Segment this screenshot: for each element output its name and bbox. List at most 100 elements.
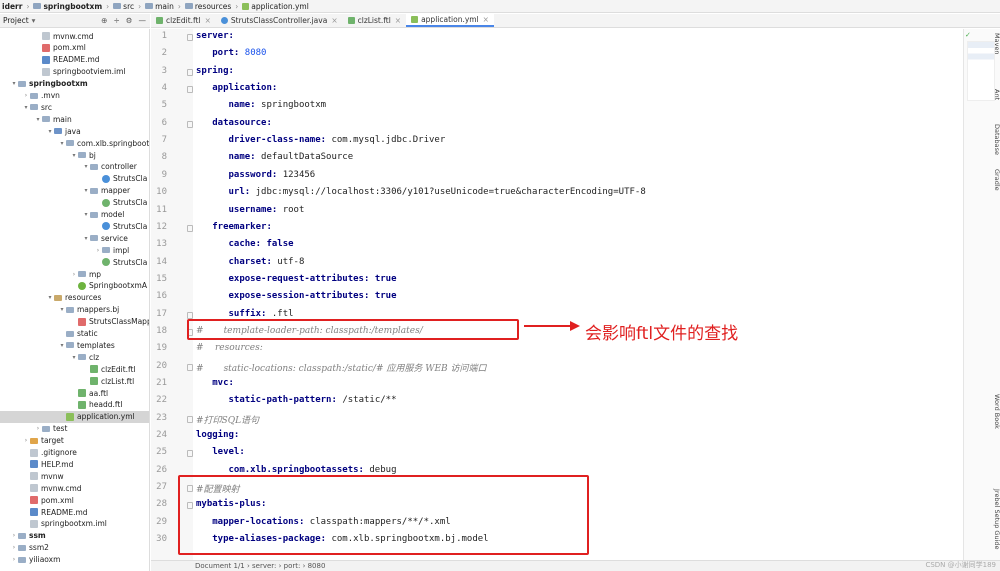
- chevron-right-icon[interactable]: ›: [70, 271, 78, 278]
- close-icon[interactable]: ×: [395, 16, 401, 25]
- code-line[interactable]: port: 8080: [196, 48, 266, 58]
- tree-item[interactable]: aa.ftl: [70, 387, 108, 399]
- chevron-down-icon[interactable]: ▾: [58, 140, 66, 147]
- chevron-down-icon[interactable]: ▾: [32, 16, 36, 25]
- code-line[interactable]: server:: [196, 31, 234, 41]
- code-line[interactable]: level:: [196, 447, 245, 457]
- chevron-down-icon[interactable]: ▾: [58, 306, 66, 313]
- tree-item[interactable]: ▾ java: [46, 125, 80, 137]
- tree-item[interactable]: StrutsCla: [94, 220, 147, 232]
- chevron-down-icon[interactable]: ▾: [70, 354, 78, 361]
- tree-item[interactable]: ▾ main: [34, 113, 71, 125]
- collapse-icon[interactable]: ÷: [113, 16, 119, 25]
- chevron-down-icon[interactable]: ▾: [46, 294, 54, 301]
- code-line[interactable]: cache: false: [196, 239, 294, 249]
- tool-window-button[interactable]: Database: [993, 124, 1000, 155]
- tree-item[interactable]: pom.xml: [34, 42, 86, 54]
- chevron-right-icon[interactable]: ›: [94, 247, 102, 254]
- project-panel-header[interactable]: Project ▾ ⊕ ÷ ⚙ —: [0, 14, 150, 28]
- tree-item[interactable]: .gitignore: [22, 447, 77, 459]
- code-line[interactable]: # resources:: [196, 343, 263, 353]
- tree-item[interactable]: › ssm2: [10, 542, 49, 554]
- code-line[interactable]: freemarker:: [196, 222, 272, 232]
- chevron-down-icon[interactable]: ▾: [82, 187, 90, 194]
- tree-item[interactable]: mvnw.cmd: [34, 30, 94, 42]
- breadcrumb-item[interactable]: iderr ›: [2, 2, 29, 11]
- tree-item[interactable]: springbootviem.iml: [34, 66, 126, 78]
- chevron-down-icon[interactable]: ▾: [46, 128, 54, 135]
- close-icon[interactable]: ×: [483, 15, 489, 24]
- tree-item[interactable]: ▾ templates: [58, 339, 114, 351]
- chevron-down-icon[interactable]: ▾: [70, 152, 78, 159]
- tree-item[interactable]: ▾ service: [82, 232, 127, 244]
- code-line[interactable]: com.xlb.springbootassets: debug: [196, 465, 397, 475]
- tree-item[interactable]: ▾ bj: [70, 149, 95, 161]
- code-line[interactable]: username: root: [196, 205, 305, 215]
- breadcrumb-item[interactable]: src ›: [113, 2, 141, 11]
- code-line[interactable]: suffix: .ftl: [196, 309, 294, 319]
- close-icon[interactable]: ×: [331, 16, 337, 25]
- tree-item[interactable]: clzEdit.ftl: [82, 363, 136, 375]
- chevron-right-icon[interactable]: ›: [10, 556, 18, 563]
- chevron-down-icon[interactable]: ▾: [22, 104, 30, 111]
- chevron-right-icon[interactable]: ›: [10, 544, 18, 551]
- code-line[interactable]: url: jdbc:mysql://localhost:3306/y101?us…: [196, 187, 646, 197]
- tool-window-button[interactable]: Gradle: [993, 169, 1000, 191]
- code-line[interactable]: spring:: [196, 66, 234, 76]
- tree-item[interactable]: › ssm: [10, 530, 46, 542]
- code-line[interactable]: name: defaultDataSource: [196, 152, 354, 162]
- chevron-down-icon[interactable]: ▾: [82, 211, 90, 218]
- editor-tab[interactable]: StrutsClassController.java ×: [216, 13, 343, 27]
- tree-item[interactable]: headd.ftl: [70, 399, 122, 411]
- tree-item[interactable]: StrutsCla: [94, 173, 147, 185]
- tree-item[interactable]: mvnw: [22, 470, 64, 482]
- code-line[interactable]: expose-request-attributes: true: [196, 274, 397, 284]
- editor-tab[interactable]: clzList.ftl ×: [343, 13, 406, 27]
- editor-tab[interactable]: clzEdit.ftl ×: [151, 13, 216, 27]
- tree-item[interactable]: SpringbootxmA: [70, 280, 147, 292]
- tree-item[interactable]: ▾ model: [82, 209, 124, 221]
- tree-item[interactable]: StrutsCla: [94, 256, 147, 268]
- tree-item[interactable]: StrutsClassMapp: [70, 316, 149, 328]
- chevron-down-icon[interactable]: ▾: [82, 163, 90, 170]
- tree-item[interactable]: ▾ com.xlb.springboot: [58, 137, 149, 149]
- minimize-icon[interactable]: —: [139, 16, 147, 25]
- minimap[interactable]: [967, 41, 995, 101]
- tree-item[interactable]: StrutsCla: [94, 197, 147, 209]
- code-line[interactable]: # static-locations: classpath:/static/# …: [196, 361, 487, 374]
- chevron-right-icon[interactable]: ›: [22, 92, 30, 99]
- project-panel-title[interactable]: Project: [3, 16, 29, 25]
- tree-item[interactable]: ▾ src: [22, 101, 51, 113]
- code-line[interactable]: mvc:: [196, 378, 234, 388]
- tree-item[interactable]: springbootxm.iml: [22, 518, 107, 530]
- tree-item[interactable]: README.md: [34, 54, 100, 66]
- tree-item[interactable]: ▾ springbootxm: [10, 78, 87, 90]
- chevron-down-icon[interactable]: ▾: [10, 80, 18, 87]
- code-line[interactable]: #打印SQL语句: [196, 413, 259, 426]
- chevron-right-icon[interactable]: ›: [34, 425, 42, 432]
- tree-item[interactable]: › yiliaoxm: [10, 554, 61, 566]
- code-line[interactable]: expose-session-attributes: true: [196, 291, 397, 301]
- tree-item[interactable]: › mp: [70, 268, 101, 280]
- chevron-down-icon[interactable]: ▾: [58, 342, 66, 349]
- close-icon[interactable]: ×: [205, 16, 211, 25]
- chevron-right-icon[interactable]: ›: [22, 437, 30, 444]
- code-line[interactable]: password: 123456: [196, 170, 316, 180]
- code-line[interactable]: name: springbootxm: [196, 100, 327, 110]
- tool-window-button[interactable]: Maven: [993, 33, 1000, 55]
- tree-item[interactable]: README.md: [22, 506, 88, 518]
- gear-icon[interactable]: ⚙: [126, 16, 133, 25]
- tree-item[interactable]: ▾ clz: [70, 351, 99, 363]
- tree-item[interactable]: HELP.md: [22, 458, 73, 470]
- breadcrumb-item[interactable]: springbootxm ›: [33, 2, 109, 11]
- chevron-down-icon[interactable]: ▾: [34, 116, 42, 123]
- code-line[interactable]: static-path-pattern: /static/**: [196, 395, 397, 405]
- tree-item[interactable]: ▾ mapper: [82, 185, 130, 197]
- tree-item[interactable]: clzList.ftl: [82, 375, 134, 387]
- tree-item[interactable]: › target: [22, 435, 64, 447]
- breadcrumb-item[interactable]: main ›: [145, 2, 181, 11]
- tree-item[interactable]: pom.xml: [22, 494, 74, 506]
- tree-item[interactable]: › .mvn: [22, 90, 60, 102]
- chevron-down-icon[interactable]: ▾: [82, 235, 90, 242]
- tree-item[interactable]: mvnw.cmd: [22, 482, 82, 494]
